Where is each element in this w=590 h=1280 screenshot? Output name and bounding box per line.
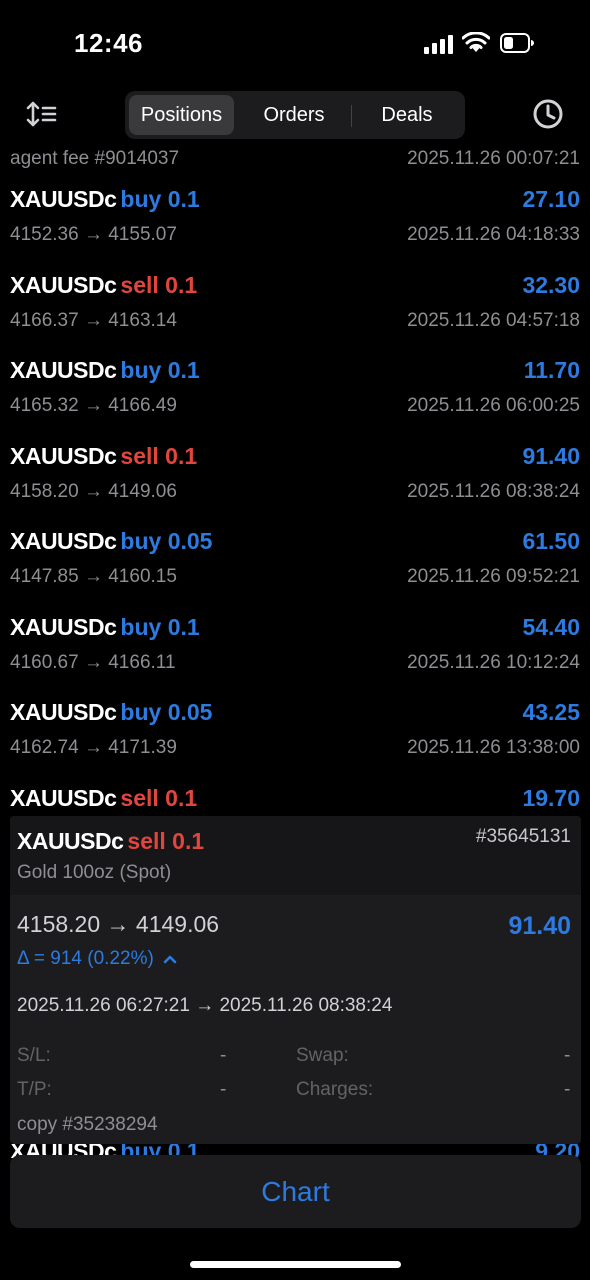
deal-time: 2025.11.26 10:12:24 [407, 651, 580, 673]
list-item[interactable]: XAUUSDc buy 0.1 27.10 4152.36 → 4155.07 2… [0, 176, 590, 262]
deal-profit: 91.40 [522, 442, 580, 469]
deal-side: sell 0.1 [120, 784, 198, 811]
tp-label: T/P: [17, 1079, 52, 1100]
sl-value: - [220, 1045, 227, 1066]
segment-divider [351, 105, 352, 127]
detail-side: sell 0.1 [127, 828, 205, 854]
chart-button[interactable]: Chart [10, 1155, 581, 1228]
deal-profit: 27.10 [522, 186, 580, 212]
top-bar: Positions Orders Deals [0, 88, 590, 148]
deal-symbol: XAUUSDc [10, 357, 117, 383]
sort-icon[interactable] [26, 100, 58, 128]
detail-copy-id: copy #35238294 [17, 1114, 158, 1135]
sl-label: S/L: [17, 1045, 51, 1066]
deal-symbol: XAUUSDc [10, 271, 117, 298]
deal-detail-panel: XAUUSDc sell 0.1 #35645131 Gold 100oz (Sp… [10, 816, 581, 1144]
status-time: 12:46 [74, 28, 143, 58]
chevron-up-icon [163, 955, 177, 964]
deals-list: agent fee #9014037 2025.11.26 00:07:21 X… [0, 146, 590, 816]
signal-icon [424, 34, 454, 54]
home-indicator [190, 1261, 401, 1268]
detail-delta-text: Δ = 914 (0.22%) [17, 948, 154, 969]
deal-profit: 61.50 [522, 528, 580, 554]
detail-ticket: #35645131 [475, 826, 571, 847]
tab-positions[interactable]: Positions [129, 95, 234, 135]
detail-description: Gold 100oz (Spot) [17, 862, 172, 883]
deal-time: 2025.11.26 06:00:25 [407, 395, 580, 416]
deal-side: buy 0.1 [120, 357, 200, 383]
tab-deals[interactable]: Deals [353, 95, 461, 135]
deal-prices: 4166.37 → 4163.14 [10, 309, 177, 331]
battery-icon [500, 33, 534, 53]
deal-prices: 4147.85 → 4160.15 [10, 566, 177, 587]
deal-profit: 43.25 [522, 699, 580, 725]
deal-time: 2025.11.26 04:57:18 [407, 309, 580, 331]
list-item[interactable]: XAUUSDc buy 0.1 54.40 4160.67 → 4166.11 2… [0, 604, 590, 690]
deal-profit: 32.30 [522, 271, 580, 298]
detail-delta[interactable]: Δ = 914 (0.22%) [17, 948, 177, 970]
list-item[interactable]: XAUUSDc sell 0.1 32.30 4166.37 → 4163.14 … [0, 262, 590, 348]
view-segmented-control: Positions Orders Deals [125, 91, 465, 139]
list-item-fee[interactable]: agent fee #9014037 2025.11.26 00:07:21 [0, 146, 590, 176]
deal-time: 2025.11.26 04:18:33 [407, 224, 580, 245]
deal-time: 2025.11.26 08:38:24 [407, 480, 580, 502]
detail-header: XAUUSDc sell 0.1 #35645131 Gold 100oz (Sp… [10, 816, 581, 895]
fee-label: agent fee #9014037 [10, 148, 180, 169]
status-bar: 12:46 [0, 0, 590, 88]
list-item[interactable]: XAUUSDc buy 0.1 11.70 4165.32 → 4166.49 2… [0, 347, 590, 433]
deal-symbol: XAUUSDc [10, 784, 117, 811]
deal-symbol: XAUUSDc [10, 528, 117, 554]
deal-profit: 54.40 [522, 613, 580, 640]
deal-profit: 11.70 [523, 357, 580, 383]
charges-value: - [564, 1079, 571, 1100]
deal-symbol: XAUUSDc [10, 442, 117, 469]
wifi-icon [462, 32, 490, 52]
swap-label: Swap: [296, 1045, 349, 1066]
history-clock-icon[interactable] [532, 98, 564, 130]
deal-time: 2025.11.26 13:38:00 [407, 737, 580, 758]
list-item[interactable]: XAUUSDc buy 0.05 61.50 4147.85 → 4160.15 … [0, 518, 590, 604]
deal-side: buy 0.1 [120, 186, 200, 212]
detail-dates: 2025.11.26 06:27:21 → 2025.11.26 08:38:2… [17, 995, 393, 1016]
charges-label: Charges: [296, 1079, 374, 1100]
deal-symbol: XAUUSDc [10, 699, 117, 725]
deal-symbol: XAUUSDc [10, 186, 117, 212]
tab-orders[interactable]: Orders [238, 95, 350, 135]
deal-side: buy 0.1 [120, 613, 200, 640]
list-item[interactable]: XAUUSDc buy 0.05 43.25 4162.74 → 4171.39 … [0, 689, 590, 775]
deal-symbol: XAUUSDc [10, 613, 117, 640]
detail-symbol: XAUUSDc [17, 828, 124, 854]
deal-profit: 19.70 [522, 784, 580, 811]
tp-value: - [220, 1079, 227, 1100]
list-item[interactable]: XAUUSDc sell 0.1 19.70 [0, 775, 590, 817]
swap-value: - [564, 1045, 571, 1066]
deal-side: buy 0.05 [120, 528, 213, 554]
detail-profit: 91.40 [508, 912, 571, 940]
deal-side: buy 0.05 [120, 699, 213, 725]
deal-time: 2025.11.26 09:52:21 [407, 566, 580, 587]
deal-side: sell 0.1 [120, 442, 198, 469]
fee-time: 2025.11.26 00:07:21 [407, 148, 580, 169]
deal-side: sell 0.1 [120, 271, 198, 298]
detail-prices: 4158.20 → 4149.06 [17, 911, 220, 937]
deal-prices: 4165.32 → 4166.49 [10, 395, 177, 416]
deal-prices: 4152.36 → 4155.07 [10, 224, 177, 245]
deal-prices: 4160.67 → 4166.11 [10, 651, 176, 673]
deal-prices: 4158.20 → 4149.06 [10, 480, 177, 502]
deal-prices: 4162.74 → 4171.39 [10, 737, 177, 758]
list-item[interactable]: XAUUSDc sell 0.1 91.40 4158.20 → 4149.06 … [0, 433, 590, 519]
